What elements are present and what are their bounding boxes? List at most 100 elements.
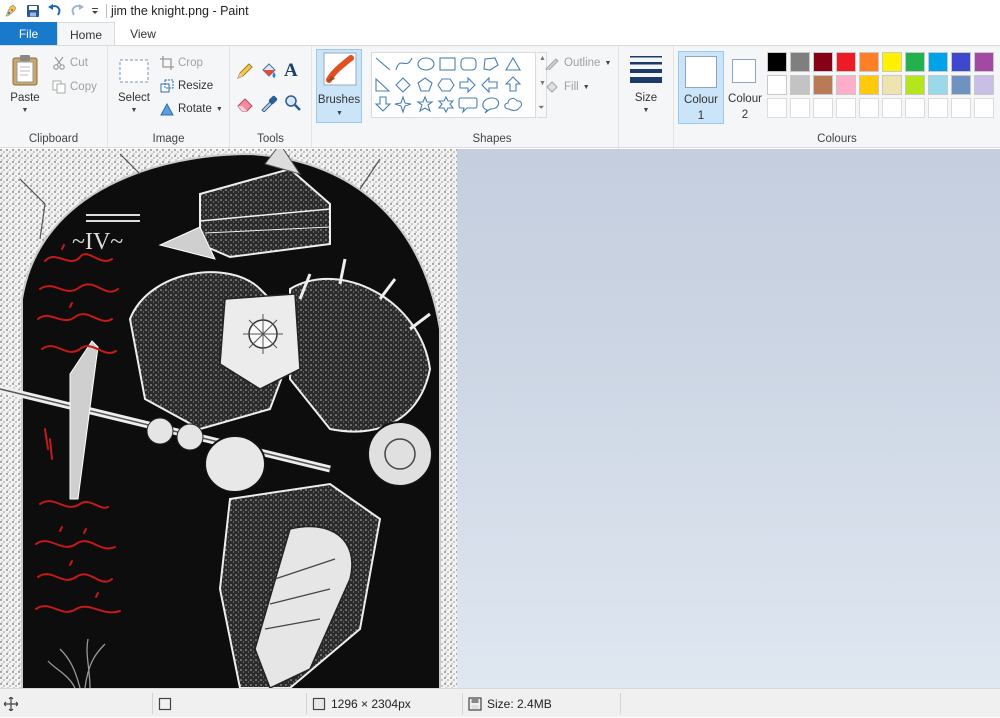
- up-arrow-shape-icon[interactable]: [504, 76, 522, 92]
- eraser-icon[interactable]: [236, 94, 256, 114]
- oval-shape-icon[interactable]: [417, 57, 435, 71]
- palette-colour-swatch[interactable]: [836, 52, 856, 72]
- text-tool-icon[interactable]: A: [284, 60, 304, 82]
- right-arrow-shape-icon[interactable]: [459, 76, 476, 94]
- hexagon-shape-icon[interactable]: [437, 78, 455, 92]
- copy-button[interactable]: Copy: [52, 80, 97, 94]
- save-icon[interactable]: [22, 0, 44, 22]
- tab-home[interactable]: Home: [57, 22, 115, 46]
- resize-label: Resize: [178, 80, 214, 92]
- rounded-rectangle-shape-icon[interactable]: [460, 57, 477, 71]
- palette-colour-swatch[interactable]: [951, 52, 971, 72]
- brushes-button[interactable]: Brushes ▼: [316, 49, 362, 123]
- rotate-button[interactable]: Rotate ▼: [160, 102, 223, 116]
- palette-custom-slot[interactable]: [836, 98, 856, 118]
- oval-callout-shape-icon[interactable]: [482, 97, 500, 114]
- polygon-shape-icon[interactable]: [483, 57, 499, 71]
- rectangle-shape-icon[interactable]: [439, 57, 456, 71]
- canvas-workspace[interactable]: ~IV~: [0, 149, 1000, 688]
- palette-custom-slot[interactable]: [905, 98, 925, 118]
- palette-colour-swatch[interactable]: [882, 52, 902, 72]
- crop-button[interactable]: Crop: [160, 56, 203, 70]
- palette-custom-slot[interactable]: [813, 98, 833, 118]
- image-dimensions: 1296 × 2304px: [312, 689, 411, 718]
- triangle-shape-icon[interactable]: [505, 56, 521, 71]
- cloud-callout-shape-icon[interactable]: [504, 98, 522, 111]
- palette-custom-slot[interactable]: [790, 98, 810, 118]
- fill-button[interactable]: Fill ▼: [544, 80, 590, 94]
- rounded-callout-shape-icon[interactable]: [458, 97, 478, 114]
- select-dropdown-icon[interactable]: ▼: [131, 107, 138, 114]
- fill-dropdown-icon[interactable]: ▼: [583, 84, 590, 91]
- down-arrow-shape-icon[interactable]: [374, 96, 392, 112]
- customize-toolbar-icon[interactable]: [88, 0, 102, 22]
- undo-icon[interactable]: [44, 0, 66, 22]
- palette-colour-swatch[interactable]: [928, 75, 948, 95]
- colour1-swatch: [685, 56, 717, 88]
- palette-colour-swatch[interactable]: [905, 75, 925, 95]
- copy-icon: [52, 80, 66, 94]
- paste-button[interactable]: Paste ▼: [6, 54, 44, 114]
- palette-custom-slot[interactable]: [951, 98, 971, 118]
- curve-shape-icon[interactable]: [395, 57, 413, 71]
- resize-button[interactable]: Resize: [160, 79, 213, 93]
- line-shape-icon[interactable]: [375, 57, 391, 71]
- pencil-icon[interactable]: [236, 62, 256, 82]
- palette-custom-slot[interactable]: [859, 98, 879, 118]
- select-label: Select: [118, 92, 150, 104]
- colour1-button[interactable]: Colour 1: [678, 51, 724, 124]
- five-point-star-shape-icon[interactable]: [416, 95, 434, 113]
- brushes-dropdown-icon[interactable]: ▼: [336, 110, 343, 117]
- palette-colour-swatch[interactable]: [974, 52, 994, 72]
- pentagon-shape-icon[interactable]: [417, 77, 433, 92]
- select-button[interactable]: Select ▼: [114, 58, 154, 114]
- palette-colour-swatch[interactable]: [928, 52, 948, 72]
- expand-gallery-icon[interactable]: ⏷: [538, 103, 544, 113]
- palette-colour-swatch[interactable]: [951, 75, 971, 95]
- redo-icon[interactable]: [66, 0, 88, 22]
- paint-app-icon[interactable]: [0, 0, 22, 22]
- six-point-star-shape-icon[interactable]: [437, 95, 455, 114]
- tab-file[interactable]: File: [0, 22, 57, 46]
- size-dropdown-icon[interactable]: ▼: [643, 107, 650, 114]
- palette-colour-swatch[interactable]: [767, 75, 787, 95]
- fill-bucket-icon[interactable]: [260, 62, 280, 82]
- image-canvas[interactable]: ~IV~: [0, 149, 457, 688]
- palette-colour-swatch[interactable]: [905, 52, 925, 72]
- magnifier-icon[interactable]: [284, 94, 304, 114]
- palette-colour-swatch[interactable]: [813, 52, 833, 72]
- palette-colour-swatch[interactable]: [836, 75, 856, 95]
- colour2-button[interactable]: Colour 2: [726, 51, 764, 124]
- palette-colour-swatch[interactable]: [859, 52, 879, 72]
- size-button[interactable]: Size ▼: [625, 54, 667, 114]
- palette-custom-slot[interactable]: [767, 98, 787, 118]
- colour-picker-icon[interactable]: [260, 94, 280, 114]
- select-rectangle-icon: [119, 59, 149, 83]
- palette-custom-slot[interactable]: [974, 98, 994, 118]
- palette-colour-swatch[interactable]: [767, 52, 787, 72]
- palette-colour-swatch[interactable]: [790, 75, 810, 95]
- cut-button[interactable]: Cut: [52, 56, 88, 70]
- paste-dropdown-icon[interactable]: ▼: [22, 107, 29, 114]
- right-triangle-shape-icon[interactable]: [375, 77, 391, 92]
- line-width-icon: [630, 56, 662, 83]
- colour2-swatch: [732, 59, 756, 83]
- clipboard-icon: [12, 55, 38, 86]
- outline-label: Outline: [564, 57, 601, 69]
- fill-label: Fill: [564, 81, 579, 93]
- palette-custom-slot[interactable]: [928, 98, 948, 118]
- rotate-dropdown-icon[interactable]: ▼: [216, 106, 223, 113]
- palette-colour-swatch[interactable]: [813, 75, 833, 95]
- palette-colour-swatch[interactable]: [882, 75, 902, 95]
- palette-colour-swatch[interactable]: [859, 75, 879, 95]
- outline-dropdown-icon[interactable]: ▼: [604, 60, 611, 67]
- four-point-star-shape-icon[interactable]: [394, 95, 412, 114]
- palette-custom-slot[interactable]: [882, 98, 902, 118]
- outline-button[interactable]: Outline ▼: [544, 56, 611, 70]
- left-arrow-shape-icon[interactable]: [481, 76, 498, 94]
- tab-view[interactable]: View: [117, 22, 169, 46]
- palette-colour-swatch[interactable]: [790, 52, 810, 72]
- paste-label: Paste: [10, 92, 40, 104]
- palette-colour-swatch[interactable]: [974, 75, 994, 95]
- diamond-shape-icon[interactable]: [395, 77, 411, 93]
